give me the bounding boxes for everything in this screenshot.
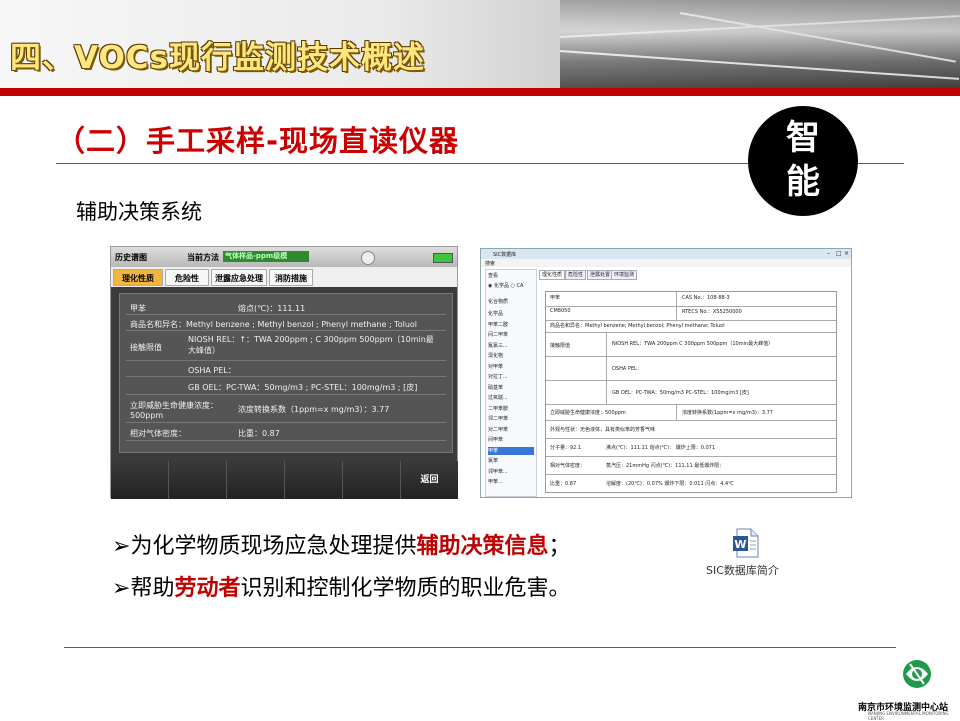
table-row: 立即威胁生命健康浓度：500ppm 浓度转换系数(1ppm=x mg/m3)：3.…	[546, 404, 836, 421]
table-row: GB OEL：PC-TWA：50mg/m3 ; PC-STEL：100mg/m3…	[126, 378, 446, 395]
bullet-decision-info: ➢为化学物质现场应急处理提供辅助决策信息；	[112, 534, 571, 559]
tab-leak-response[interactable]: 泄露应急处理	[211, 269, 267, 286]
tab-monitoring[interactable]: 环境监测	[611, 270, 638, 280]
table-row: OSHA PEL：	[126, 362, 446, 377]
sidebar-list-item[interactable]: 对二甲苯	[488, 426, 534, 434]
sidebar-list-item[interactable]: 甲苯...	[488, 478, 534, 486]
softkey-5[interactable]	[343, 461, 401, 499]
org-logo	[888, 654, 946, 694]
window-menubar: 搜索	[481, 259, 851, 267]
table-row: 商品名和异名：Methyl benzene ; Methyl benzol ; …	[126, 316, 446, 331]
sidebar-list-item[interactable]: 氟氯三...	[488, 342, 534, 350]
window-tabs: 理化性质 危险性 泄露处置 环境监测	[539, 270, 849, 280]
maximize-icon[interactable]: □	[836, 250, 842, 257]
sidebar-radio[interactable]: ◉ 化学品 ○ CA	[488, 282, 534, 290]
tab-hazard[interactable]: 危险性	[565, 270, 587, 280]
softkey-3[interactable]	[227, 461, 285, 499]
sic-window-screenshot: SIC数据库 – □ × 搜索 查看 ◉ 化学品 ○ CA 化合物质 化学品 甲苯…	[480, 248, 852, 498]
table-row: 甲苯 CAS No.：108-88-3	[546, 292, 836, 307]
attachment-label[interactable]: SIC数据库简介	[706, 562, 779, 578]
window-title: SIC数据库	[493, 252, 517, 258]
window-sidebar: 查看 ◉ 化学品 ○ CA 化合物质 化学品甲苯二胺间二甲苯氟氯三... 溴化物对…	[485, 269, 537, 497]
softkey-1[interactable]	[111, 461, 169, 499]
table-row: 接触限值 NIOSH REL：TWA 200ppm C 300ppm 500ppm…	[546, 332, 836, 357]
close-icon[interactable]: ×	[844, 250, 849, 257]
sidebar-list-item[interactable]: 二甲苯胺	[488, 405, 534, 413]
device-screenshot: 历史谱图 当前方法 气体样品-ppm级模 理化性质 危险性 泄露应急处理 消防措…	[110, 246, 458, 499]
table-row: 相对气体密度： 比重：0.87	[126, 424, 446, 441]
device-topbar: 历史谱图 当前方法 气体样品-ppm级模	[111, 247, 457, 267]
sidebar-list-item[interactable]: 溴化物	[488, 352, 534, 360]
method-label: 当前方法	[187, 253, 219, 262]
minimize-icon[interactable]: –	[827, 250, 830, 257]
table-row: GB OEL：PC-TWA：50mg/m3 PC-STEL：100mg/m3 […	[546, 380, 836, 405]
smart-badge: 智能	[748, 106, 858, 216]
table-row: 接触限值 NIOSH REL：↑：TWA 200ppm ; C 300ppm 5…	[126, 332, 446, 361]
sidebar-list-item[interactable]: 邻二甲苯	[488, 415, 534, 423]
tab-leak[interactable]: 泄露处置	[587, 270, 614, 280]
device-tabs: 理化性质 危险性 泄露应急处理 消防措施	[111, 267, 457, 287]
history-tab[interactable]: 历史谱图	[115, 252, 147, 263]
banner-photo	[559, 0, 960, 88]
header-divider	[0, 88, 960, 96]
back-button[interactable]: 返回	[401, 461, 458, 499]
menu-search[interactable]: 搜索	[485, 260, 495, 267]
header-banner: 四、VOCs现行监测技术概述	[0, 0, 960, 88]
subtitle: （二）手工采样-现场直读仪器	[56, 124, 460, 158]
method-value[interactable]: 气体样品-ppm级模	[223, 251, 309, 262]
sidebar-header: 查看	[488, 273, 499, 279]
sidebar-list-item[interactable]: 邻甲苯...	[488, 468, 534, 476]
table-row: 相对气体密度： 蒸汽压：21mmHg 闪点(℃)：111.11 最低爆炸限：	[546, 456, 836, 475]
knob-icon[interactable]	[361, 251, 375, 265]
slide-title: 四、VOCs现行监测技术概述	[10, 40, 426, 76]
table-row: 立即威胁生命健康浓度：500ppm 浓度转换系数（1ppm=x mg/m3）：3…	[126, 396, 446, 423]
table-row: 比重：0.87 溶解度：(20℃)：0.07% 爆炸下限：0.011 闪点：4.4…	[550, 481, 734, 487]
softkey-4[interactable]	[285, 461, 343, 499]
tab-physchem[interactable]: 理化性质	[539, 270, 566, 280]
sidebar-list-item[interactable]: 对甲苯	[488, 363, 534, 371]
sidebar-list-item[interactable]: 间二甲苯	[488, 331, 534, 339]
sidebar-list-item[interactable]: 间甲苯	[488, 436, 534, 444]
sidebar-list-item[interactable]: 硝基苯	[488, 384, 534, 392]
battery-icon	[433, 253, 453, 263]
table-row: 外观与性状：无色液体，具有类似苯的芳香气味	[546, 420, 836, 439]
footer-divider	[64, 647, 896, 648]
svg-text:W: W	[734, 538, 746, 551]
tab-hazard[interactable]: 危险性	[165, 269, 209, 286]
sidebar-list-item[interactable]: 对拉丁...	[488, 373, 534, 381]
sidebar-list-item[interactable]: 甲苯二胺	[488, 321, 534, 329]
table-row: 甲苯 熔点(℃)：111.11	[126, 300, 446, 315]
sidebar-list-item[interactable]: 氯苯	[488, 457, 534, 465]
device-softkeys: 返回	[111, 461, 458, 499]
table-row: 分子量：92.1 沸点(℃)：111.11 熔点(℃)： 爆炸上限：0.071	[546, 438, 836, 457]
sidebar-list-item[interactable]: 甲苯	[488, 446, 534, 455]
tab-physchem[interactable]: 理化性质	[113, 269, 163, 286]
device-info-panel: 甲苯 熔点(℃)：111.11 商品名和异名：Methyl benzene ; …	[119, 293, 453, 453]
sidebar-group: 化合物质	[488, 299, 509, 305]
word-doc-icon[interactable]: W	[731, 528, 761, 558]
table-row: CM8050 RTECS No.：XS5250000	[546, 306, 836, 321]
sidebar-list-item[interactable]: 化学品	[488, 310, 534, 318]
bullet-worker-hazard: ➢帮助劳动者识别和控制化学物质的职业危害。	[112, 576, 571, 601]
softkey-2[interactable]	[169, 461, 227, 499]
sidebar-list-item[interactable]: 过氧醚...	[488, 394, 534, 402]
table-row: OSHA PEL：	[546, 356, 836, 381]
section-title: 辅助决策系统	[76, 200, 202, 224]
window-data-table: 甲苯 CAS No.：108-88-3 CM8050 RTECS No.：XS525…	[545, 291, 837, 493]
window-titlebar: SIC数据库 – □ ×	[481, 249, 851, 259]
tab-fire[interactable]: 消防措施	[269, 269, 313, 286]
